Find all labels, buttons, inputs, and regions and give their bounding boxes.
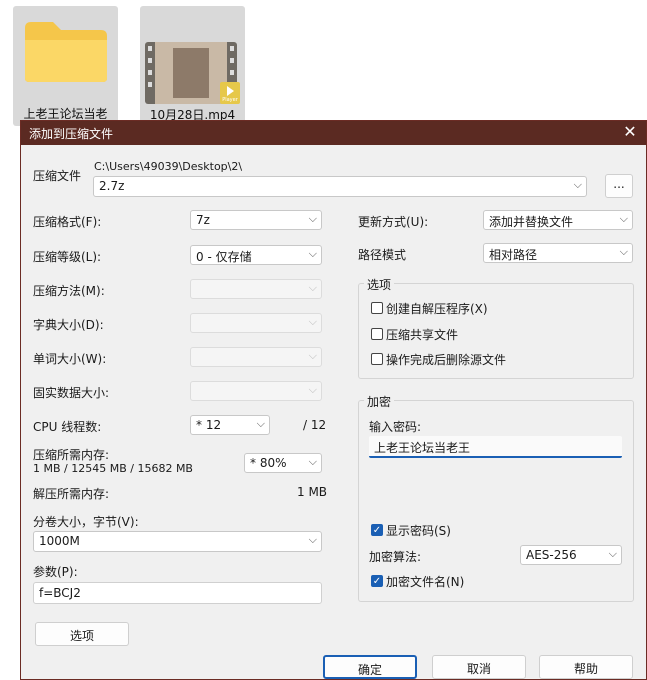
encrypt-names-label: 加密文件名(N) (386, 575, 465, 589)
archive-name-combo[interactable]: 2.7z ⌵ (93, 176, 587, 197)
encrypt-names-checkbox[interactable]: ✓ (371, 575, 383, 587)
decomp-value: 1 MB (297, 485, 328, 499)
cancel-button[interactable]: 取消 (432, 655, 526, 679)
sfx-label: 创建自解压程序(X) (386, 302, 488, 316)
encryption-method-select[interactable]: AES-256 ⌵ (520, 545, 622, 565)
password-input[interactable]: 上老王论坛当老王 (369, 436, 622, 458)
add-to-archive-dialog: 添加到压缩文件 ✕ 压缩文件 C:\Users\49039\Desktop\2\… (20, 120, 647, 680)
mem-label: 压缩所需内存: (33, 448, 110, 462)
pathmode-label: 路径模式 (358, 248, 407, 262)
pathmode-select[interactable]: 相对路径 ⌵ (483, 243, 633, 263)
shared-label: 压缩共享文件 (386, 328, 459, 342)
show-password-checkbox[interactable]: ✓ (371, 524, 383, 536)
video-desktop-item[interactable]: Player 10月28日.mp4 (140, 6, 245, 126)
ok-button[interactable]: 确定 (323, 655, 417, 679)
archive-path: C:\Users\49039\Desktop\2\ (94, 160, 243, 173)
level-select[interactable]: 0 - 仅存储 ⌵ (190, 245, 322, 265)
params-label: 参数(P): (33, 565, 78, 579)
browse-button[interactable]: ... (605, 174, 633, 198)
archive-label: 压缩文件 (33, 169, 82, 183)
threads-label: CPU 线程数: (33, 420, 102, 434)
solid-label: 固实数据大小: (33, 386, 110, 400)
params-input[interactable]: f=BCJ2 (33, 582, 322, 604)
dict-label: 字典大小(D): (33, 318, 104, 332)
decomp-label: 解压所需内存: (33, 487, 110, 501)
encryption-group-title: 加密 (364, 393, 395, 410)
player-badge-icon: Player (220, 82, 240, 104)
threads-select[interactable]: * 12 ⌵ (190, 415, 270, 435)
show-password-label: 显示密码(S) (386, 524, 451, 538)
password-label: 输入密码: (369, 420, 422, 434)
word-select: ⌵ (190, 347, 322, 367)
format-select[interactable]: 7z ⌵ (190, 210, 322, 230)
delete-checkbox[interactable] (371, 353, 383, 365)
volume-combo[interactable]: 1000M ⌵ (33, 531, 322, 552)
method-select: ⌵ (190, 279, 322, 299)
dict-select: ⌵ (190, 313, 322, 333)
solid-select: ⌵ (190, 381, 322, 401)
chevron-down-icon: ⌵ (573, 178, 582, 191)
dialog-titlebar: 添加到压缩文件 ✕ (21, 121, 646, 145)
threads-max: / 12 (303, 418, 327, 432)
help-button[interactable]: 帮助 (539, 655, 633, 679)
volume-label: 分卷大小，字节(V): (33, 515, 139, 529)
update-select[interactable]: 添加并替换文件 ⌵ (483, 210, 633, 230)
format-label: 压缩格式(F): (33, 215, 102, 229)
folder-icon (25, 22, 107, 82)
method-label: 压缩方法(M): (33, 284, 105, 298)
word-label: 单词大小(W): (33, 352, 107, 366)
encryption-method-label: 加密算法: (369, 550, 422, 564)
mem-detail: 1 MB / 12545 MB / 15682 MB (33, 462, 193, 475)
mem-select[interactable]: * 80% ⌵ (244, 453, 322, 473)
dialog-title: 添加到压缩文件 (29, 127, 114, 141)
close-icon[interactable]: ✕ (620, 122, 640, 141)
folder-desktop-item[interactable]: 上老王论坛当老 (13, 6, 118, 126)
update-label: 更新方式(U): (358, 215, 429, 229)
delete-label: 操作完成后删除源文件 (386, 353, 507, 367)
options-button[interactable]: 选项 (35, 622, 129, 646)
shared-checkbox[interactable] (371, 328, 383, 340)
sfx-checkbox[interactable] (371, 302, 383, 314)
options-group-title: 选项 (364, 276, 395, 293)
level-label: 压缩等级(L): (33, 250, 102, 264)
